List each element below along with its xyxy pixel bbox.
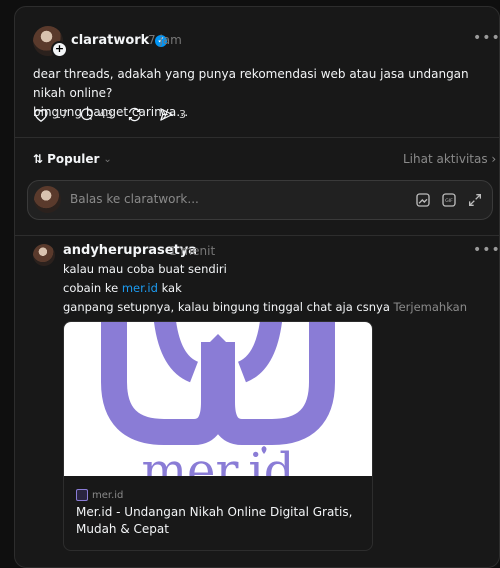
composer-avatar — [34, 186, 61, 213]
link-preview-card[interactable]: mer.id mer.id Mer.id - Undangan Nikah On… — [63, 321, 373, 551]
share-button[interactable]: 3 — [159, 107, 186, 122]
comment-button[interactable]: 43 — [79, 107, 113, 122]
view-activity-link[interactable]: Lihat aktivitas › — [403, 152, 496, 166]
svg-text:GIF: GIF — [445, 198, 453, 204]
comment-icon — [80, 108, 93, 121]
sort-dropdown[interactable]: ⇅ Populer ⌄ — [33, 152, 112, 166]
plus-icon[interactable]: + — [51, 41, 68, 58]
gif-icon[interactable]: GIF — [441, 192, 457, 208]
post-text-line1: dear threads, adakah yang punya rekomend… — [33, 67, 469, 100]
link-preview-image: mer.id — [64, 322, 372, 476]
reply-text: kalau mau coba buat sendiri cobain ke me… — [63, 260, 483, 317]
comment-count: 43 — [99, 108, 113, 121]
mer-id-logo: mer.id — [101, 322, 335, 476]
reply-line2-suffix: kak — [157, 281, 182, 295]
reply-input[interactable]: Balas ke claratwork... — [70, 192, 199, 206]
chevron-down-icon: ⌄ — [103, 153, 112, 165]
view-activity-label: Lihat aktivitas — [403, 152, 488, 166]
reply-avatar[interactable] — [33, 244, 55, 266]
heart-icon — [34, 109, 48, 122]
thread-panel: + claratwork ✓ 7 jam ••• dear threads, a… — [14, 6, 500, 568]
card-title[interactable]: Mer.id - Undangan Nikah Online Digital G… — [76, 504, 366, 538]
like-count: 17 — [54, 108, 68, 121]
post-time: 7 jam — [148, 33, 182, 47]
chevron-right-icon: › — [491, 152, 497, 166]
sort-icon: ⇅ — [33, 152, 44, 166]
card-domain-text: mer.id — [92, 489, 124, 501]
site-favicon — [76, 489, 88, 501]
reply-composer[interactable]: Balas ke claratwork... GIF — [27, 180, 493, 220]
post-username[interactable]: claratwork — [71, 33, 149, 48]
share-count: 3 — [179, 108, 186, 121]
share-icon — [160, 108, 173, 121]
logo-text: mer.id — [142, 443, 295, 476]
image-icon[interactable] — [415, 192, 431, 208]
divider — [15, 235, 499, 236]
reply-time: 1 menit — [169, 244, 216, 258]
reply-more-icon[interactable]: ••• — [473, 242, 499, 258]
reply-line3: ganpang setupnya, kalau bingung tinggal … — [63, 298, 483, 317]
mer-id-link[interactable]: mer.id — [122, 281, 158, 295]
reply-line3-text: ganpang setupnya, kalau bingung tinggal … — [63, 300, 390, 314]
card-domain: mer.id — [76, 489, 123, 501]
repost-icon — [128, 107, 141, 122]
translate-link[interactable]: Terjemahkan — [394, 300, 467, 314]
reply-line2-prefix: cobain ke — [63, 281, 122, 295]
more-icon[interactable]: ••• — [473, 30, 499, 46]
expand-icon[interactable] — [467, 192, 483, 208]
sort-label: Populer — [47, 152, 100, 166]
like-button[interactable]: 17 — [33, 107, 68, 122]
reply-line2: cobain ke mer.id kak — [63, 279, 483, 298]
divider — [15, 137, 499, 138]
repost-button[interactable] — [127, 107, 142, 122]
reply-line1: kalau mau coba buat sendiri — [63, 262, 227, 276]
